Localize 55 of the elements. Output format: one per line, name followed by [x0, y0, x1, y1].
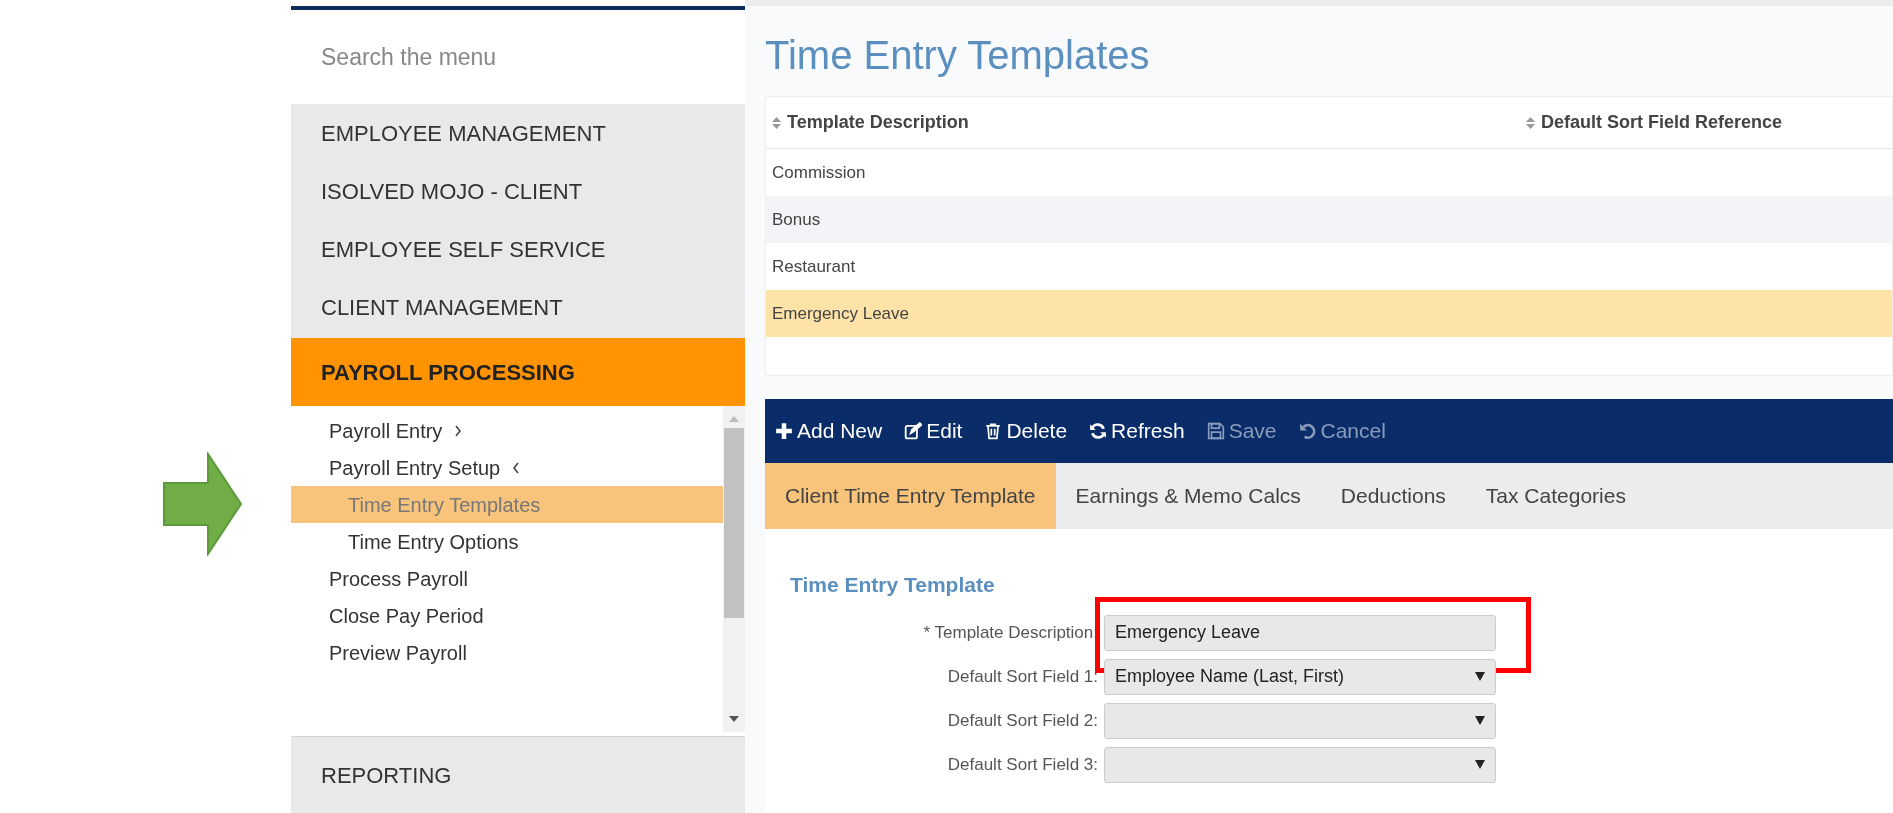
- toolbar-button[interactable]: Delete: [984, 415, 1068, 447]
- column-header[interactable]: Template Description: [766, 109, 1520, 136]
- submenu-item[interactable]: Close Pay Period: [291, 597, 723, 634]
- chevron-left-icon: [512, 461, 521, 474]
- dropdown-caret-icon: [1475, 760, 1485, 769]
- undo-icon: [1298, 422, 1317, 440]
- dropdown-value: Employee Name (Last, First): [1115, 665, 1345, 688]
- dropdown-field[interactable]: Employee Name (Last, First): [1104, 658, 1496, 695]
- toolbar-button[interactable]: Refresh: [1089, 415, 1185, 447]
- field-label: Default Sort Field 2:: [946, 709, 1099, 732]
- trash-icon: [984, 422, 1003, 440]
- edit-icon: [904, 422, 923, 440]
- scroll-down-arrow-icon[interactable]: [729, 716, 739, 722]
- scrollbar[interactable]: [723, 406, 745, 732]
- menu-section[interactable]: REPORTING: [291, 736, 745, 813]
- dropdown-caret-icon: [1475, 716, 1485, 725]
- toolbar-button[interactable]: Add New: [775, 415, 883, 447]
- tab[interactable]: Earnings & Memo Calcs: [1055, 463, 1321, 529]
- refresh-icon: [1089, 422, 1108, 440]
- table-cell-text: Emergency Leave: [771, 302, 911, 325]
- table-row[interactable]: Bonus: [766, 196, 1892, 243]
- dropdown-field[interactable]: [1104, 746, 1496, 783]
- field-label: Default Sort Field 3:: [946, 753, 1099, 776]
- page-title: Time Entry Templates: [765, 32, 1151, 79]
- submenu-item[interactable]: Payroll Entry: [291, 412, 723, 449]
- menu-section[interactable]: EMPLOYEE SELF SERVICE: [291, 220, 745, 278]
- table-cell-text: Restaurant: [771, 255, 857, 278]
- submenu-item[interactable]: Time Entry Options: [291, 523, 723, 560]
- menu-section[interactable]: EMPLOYEE MANAGEMENT: [291, 104, 745, 162]
- field-label: Default Sort Field 1:: [946, 665, 1099, 688]
- dropdown-field[interactable]: [1104, 702, 1496, 739]
- field-label: * Template Description:: [922, 621, 1099, 644]
- section-title: Time Entry Template: [790, 572, 996, 598]
- menu-section[interactable]: PAYROLL PROCESSING: [291, 338, 745, 406]
- toolbar-button[interactable]: Edit: [904, 415, 963, 447]
- submenu-item[interactable]: Preview Payroll: [291, 634, 723, 671]
- sort-icon: [1526, 116, 1535, 129]
- chevron-right-icon: [454, 424, 463, 437]
- submenu-item[interactable]: Payroll Entry Setup: [291, 449, 723, 486]
- table-cell-text: Bonus: [771, 208, 822, 231]
- tab[interactable]: Client Time Entry Template: [765, 463, 1056, 529]
- plus-icon: [775, 422, 793, 440]
- dropdown-caret-icon: [1475, 672, 1485, 681]
- table-row[interactable]: Emergency Leave: [766, 290, 1892, 337]
- column-header[interactable]: Default Sort Field Reference: [1520, 109, 1892, 136]
- menu-section[interactable]: ISOLVED MOJO - CLIENT: [291, 162, 745, 220]
- tab[interactable]: Deductions: [1320, 463, 1466, 529]
- table-cell-text: Commission: [771, 161, 867, 184]
- tab[interactable]: Tax Categories: [1465, 463, 1646, 529]
- submenu-item[interactable]: Process Payroll: [291, 560, 723, 597]
- arrow-icon: [163, 452, 243, 556]
- menu-section[interactable]: CLIENT MANAGEMENT: [291, 278, 745, 336]
- scroll-up-arrow-icon[interactable]: [729, 416, 739, 422]
- sort-icon: [772, 116, 781, 129]
- text-field[interactable]: Emergency Leave: [1104, 614, 1496, 651]
